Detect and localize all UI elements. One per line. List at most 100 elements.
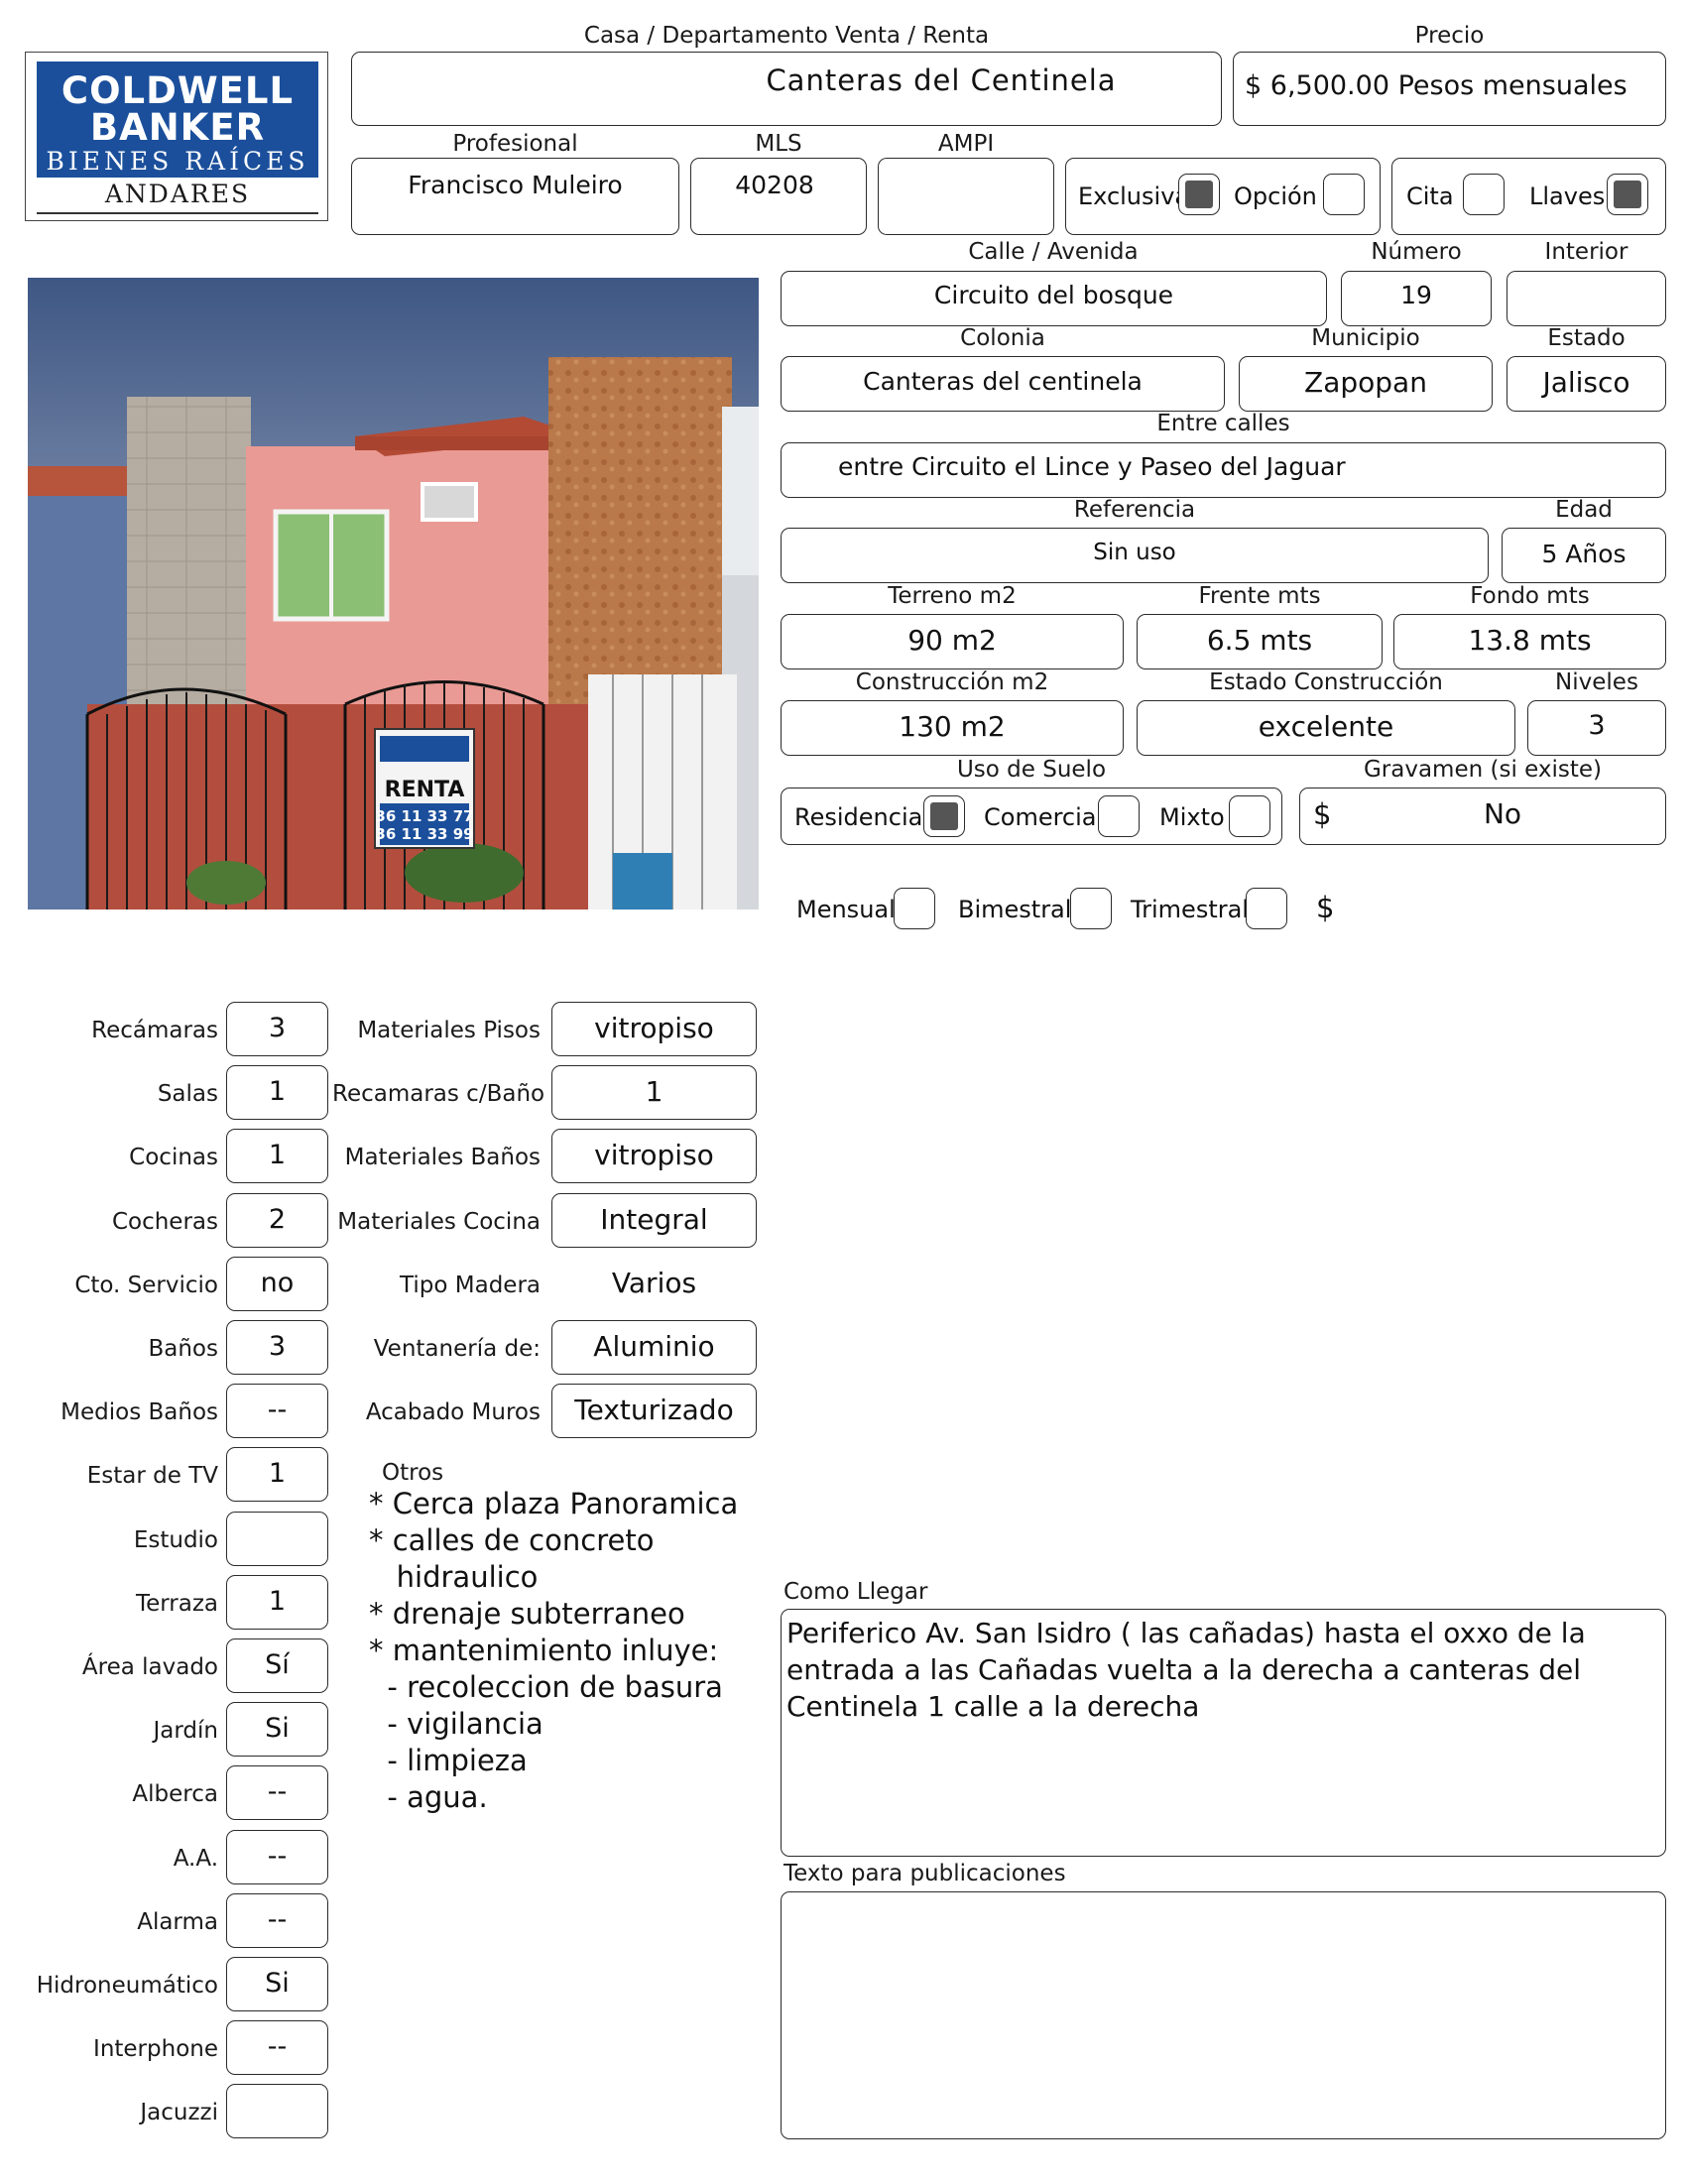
- terreno-label: Terreno m2: [888, 583, 1017, 609]
- fondo-value: 13.8 mts: [1468, 624, 1592, 657]
- mensual-label: Mensual: [796, 896, 896, 923]
- mensual-checkbox[interactable]: [894, 888, 935, 929]
- mls-label: MLS: [755, 131, 802, 157]
- mantenimiento-currency-symbol: $: [1316, 891, 1335, 924]
- material-value: vitropiso: [594, 1139, 714, 1171]
- caracteristica-field[interactable]: [226, 1512, 328, 1566]
- mixto-label: Mixto: [1159, 803, 1225, 831]
- otros-item: - vigilancia: [369, 1707, 543, 1741]
- caracteristica-label: Jardín: [153, 1718, 219, 1744]
- caracteristica-label: Estar de TV: [86, 1463, 218, 1489]
- opcion-checkbox[interactable]: [1323, 174, 1365, 215]
- caracteristica-value: --: [267, 1395, 288, 1425]
- caracteristica-label: A.A.: [173, 1846, 218, 1872]
- caracteristica-label: Medios Baños: [60, 1399, 218, 1425]
- municipio-value: Zapopan: [1304, 366, 1427, 399]
- colonia-label: Colonia: [960, 325, 1045, 351]
- gravamen-currency-symbol: $: [1313, 797, 1332, 831]
- otros-item: - limpieza: [369, 1744, 528, 1777]
- cita-checkbox[interactable]: [1463, 174, 1505, 215]
- material-label: Ventanería de:: [373, 1336, 541, 1362]
- caracteristica-label: Alberca: [132, 1781, 218, 1807]
- caracteristica-value: 1: [268, 1458, 287, 1489]
- edad-value: 5 Años: [1541, 540, 1627, 568]
- estado-value: Jalisco: [1542, 366, 1630, 399]
- niveles-label: Niveles: [1555, 669, 1638, 695]
- otros-item: * Cerca plaza Panoramica: [369, 1487, 739, 1520]
- como-llegar-text: Periferico Av. San Isidro ( las cañadas)…: [786, 1617, 1586, 1723]
- caracteristica-value: 3: [268, 1013, 287, 1043]
- calle-value: Circuito del bosque: [933, 281, 1174, 309]
- edad-label: Edad: [1555, 497, 1613, 523]
- como-llegar-label: Como Llegar: [784, 1579, 928, 1605]
- niveles-value: 3: [1588, 710, 1606, 741]
- frente-label: Frente mts: [1198, 583, 1321, 609]
- referencia-label: Referencia: [1073, 497, 1196, 523]
- interior-field[interactable]: [1507, 271, 1666, 326]
- caracteristica-value: 1: [268, 1586, 287, 1617]
- terreno-value: 90 m2: [907, 624, 997, 657]
- sign-renta-text: RENTA: [385, 778, 465, 802]
- calle-label: Calle / Avenida: [968, 239, 1139, 265]
- residencial-label: Residencial: [794, 803, 929, 831]
- caracteristica-value: --: [267, 1841, 288, 1872]
- material-value: Texturizado: [574, 1394, 734, 1426]
- logo-line-2: BANKER: [89, 106, 266, 149]
- material-label: Recamaras c/Baño: [332, 1081, 545, 1107]
- ampi-label: AMPI: [937, 131, 995, 157]
- material-value: Varios: [611, 1267, 697, 1299]
- exclusiva-label: Exclusiva: [1078, 182, 1190, 210]
- material-value: Aluminio: [593, 1330, 715, 1363]
- logo-line-3: BIENES RAÍCES: [46, 147, 309, 176]
- fondo-label: Fondo mts: [1470, 583, 1590, 609]
- caracteristica-label: Alarma: [137, 1909, 218, 1935]
- otros-item: - recoleccion de basura: [369, 1670, 723, 1704]
- caracteristica-value: Sí: [265, 1649, 290, 1680]
- otros-item: * drenaje subterraneo: [369, 1597, 685, 1631]
- bimestral-label: Bimestral: [958, 896, 1072, 923]
- uso-suelo-label: Uso de Suelo: [956, 757, 1107, 783]
- property-photo: RENTA 36 11 33 77 36 11 33 99: [28, 278, 759, 910]
- logo-line-4: ANDARES: [104, 180, 251, 208]
- comercial-checkbox[interactable]: [1098, 795, 1140, 837]
- publicaciones-field[interactable]: [781, 1891, 1666, 2139]
- interior-label: Interior: [1544, 239, 1628, 265]
- profesional-value: Francisco Muleiro: [408, 171, 623, 199]
- caracteristica-label: Interphone: [93, 2036, 218, 2062]
- sign-phone-2: 36 11 33 99: [375, 825, 473, 843]
- caracteristica-label: Hidroneumático: [36, 1973, 218, 1999]
- ampi-field[interactable]: [878, 158, 1054, 235]
- logo-divider: [37, 212, 318, 214]
- otros-label: Otros: [382, 1460, 444, 1486]
- caracteristica-value: Si: [265, 1968, 290, 1999]
- exclusiva-checkbox[interactable]: [1178, 174, 1220, 215]
- caracteristica-value: 1: [268, 1076, 287, 1107]
- gravamen-value: No: [1483, 797, 1522, 830]
- residencial-checkbox[interactable]: [923, 795, 965, 837]
- llaves-checkbox[interactable]: [1607, 174, 1648, 215]
- publicaciones-label: Texto para publicaciones: [784, 1861, 1066, 1886]
- municipio-label: Municipio: [1311, 325, 1420, 351]
- estado-label: Estado: [1547, 325, 1626, 351]
- referencia-value: Sin uso: [1093, 540, 1176, 565]
- trimestral-checkbox[interactable]: [1246, 888, 1287, 929]
- caracteristica-label: Salas: [157, 1081, 218, 1107]
- entre-calles-value: entre Circuito el Lince y Paseo del Jagu…: [838, 452, 1346, 481]
- mixto-checkbox[interactable]: [1229, 795, 1270, 837]
- construccion-value: 130 m2: [899, 710, 1006, 743]
- opcion-label: Opción: [1234, 182, 1317, 210]
- frente-value: 6.5 mts: [1206, 624, 1313, 657]
- numero-label: Número: [1371, 239, 1462, 265]
- material-value: vitropiso: [594, 1012, 714, 1044]
- tipo-label: Casa / Departamento Venta / Renta: [583, 23, 990, 49]
- bimestral-checkbox[interactable]: [1070, 888, 1112, 929]
- material-label: Acabado Muros: [365, 1399, 541, 1425]
- caracteristica-label: Recámaras: [91, 1018, 218, 1043]
- precio-value: $ 6,500.00 Pesos mensuales: [1245, 70, 1628, 101]
- caracteristica-label: Baños: [148, 1336, 218, 1362]
- caracteristica-field[interactable]: [226, 2084, 328, 2138]
- caracteristica-label: Jacuzzi: [140, 2100, 218, 2125]
- caracteristica-label: Terraza: [135, 1591, 218, 1617]
- material-value: 1: [645, 1075, 663, 1108]
- material-label: Tipo Madera: [400, 1273, 541, 1298]
